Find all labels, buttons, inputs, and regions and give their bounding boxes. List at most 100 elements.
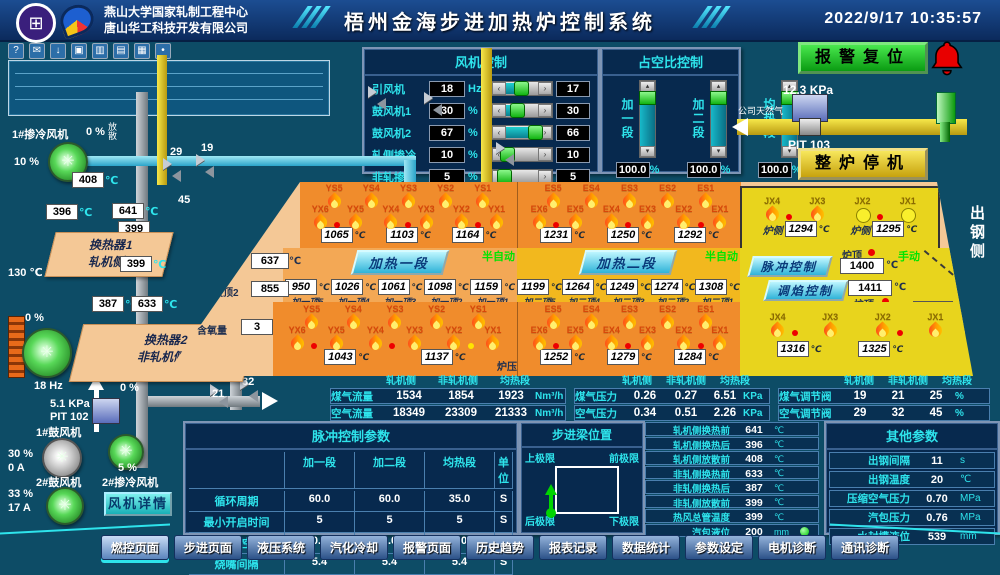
valve-number: 45 [178,194,190,206]
valve-icon[interactable] [368,86,386,98]
heat-row: 轧机侧换热后 396 ℃ [645,437,819,451]
pulse-control-button[interactable]: 脉冲控制 [747,256,833,277]
nav-tab[interactable]: 参数设定 [685,535,753,560]
fan-setpoint[interactable]: 30 [556,103,590,119]
toolbar-icon[interactable]: ? [8,43,24,59]
fan-value: 10 [429,147,465,163]
id-fan-icon[interactable] [22,328,72,378]
furnace-graphic: YS5YS4YS3YS2YS1 YX6YX5YX4YX3YX2YX1 1065℃… [165,182,965,376]
pct0a: 0 % [25,312,44,324]
flame-icon [676,214,691,231]
flame-icon [676,335,691,352]
temp-399b: 399 [120,256,152,272]
burner: YX5 [321,325,351,352]
valve-table: 轧机侧非轧机侧均热段 煤气调节阀 19 21 25 % 空气调节阀 29 32 … [778,372,990,421]
burner: JX1 [893,196,923,223]
burner: JX2 [848,196,878,223]
burner-dot [786,214,792,220]
green-valve-stem [940,122,950,142]
status-dot [868,249,875,256]
valve-icon[interactable] [424,92,442,104]
fan-setpoint[interactable]: 17 [556,81,590,97]
valve-icon[interactable] [163,158,181,170]
alarm-list-panel[interactable] [8,60,330,116]
pipe [136,92,148,468]
flame-icon [823,322,838,339]
soak-mode: 手动 [898,248,920,264]
flame-icon [640,214,655,231]
nav-tab[interactable]: 历史趋势 [466,535,534,560]
beam-title: 步进梁位置 [521,423,643,448]
param-row: 出钢间隔 11 s [829,452,995,469]
nav-tab[interactable]: 报警页面 [393,535,461,560]
toolbar-icon[interactable]: ▦ [134,43,150,59]
burner: YX4 [376,204,406,231]
unit-c: ℃ [79,206,92,219]
blower2-icon[interactable] [46,487,84,525]
zone2-bottom-band: ES5ES4ES3ES2ES1 EX6EX5EX4EX3EX2EX1 1252℃… [517,302,741,376]
pct0b: 0 % [120,382,139,394]
fan1-speed: 10 % [14,156,39,168]
fan-setpoint[interactable]: 66 [556,125,590,141]
fan-detail-button[interactable]: 风机详情 [104,492,172,516]
heat-row: 轧机侧换热前 641 ℃ [645,422,819,436]
alarm-reset-button[interactable]: 报警复位 [798,42,928,74]
burner: YX6 [282,325,312,352]
valve-icon[interactable] [196,154,214,166]
blower1-icon[interactable] [42,438,82,478]
nav-tab[interactable]: 步进页面 [174,535,242,560]
burner-dot [405,222,411,228]
nav-tab[interactable]: 燃控页面 [101,535,169,560]
duty-slider[interactable]: ▴▾ [639,80,656,158]
nav-tab[interactable]: 液压系统 [247,535,315,560]
alarm-bell-icon[interactable] [928,38,966,78]
oxygen-label: 含氧量 [197,322,227,337]
nav-tab[interactable]: 汽化冷却 [320,535,388,560]
fan-value: 67 [429,125,465,141]
flame-icon [855,206,870,223]
table-row: 煤气流量 1534 1854 1923 Nm³/h [330,388,566,404]
fan-slider[interactable]: ‹› [491,81,553,96]
table-row: 煤气调节阀 19 21 25 % [778,388,990,404]
flame-icon [407,335,422,352]
zone1-button[interactable]: 加热一段 [351,250,450,275]
furnace-stop-button[interactable]: 整炉停机 [798,148,928,180]
green-valve-icon[interactable] [936,92,956,124]
toolbar-icon[interactable]: ↓ [50,43,66,59]
fan-setpoint[interactable]: 10 [556,147,590,163]
beam-arrow-stem [549,488,553,510]
flame-icon [446,335,461,352]
nav-tab[interactable]: 报表记录 [539,535,607,560]
burner: JX3 [815,312,845,339]
zone2-button[interactable]: 加热二段 [579,250,678,275]
flame-icon [532,214,547,231]
burner-dot [698,222,704,228]
pit102-label: PIT 102 [50,411,89,423]
zone1-mode: 半自动 [482,248,515,264]
temp-641: 641 [112,203,144,219]
heat-row: 轧机侧放散前 408 ℃ [645,451,819,465]
flame-control-button[interactable]: 调焰控制 [763,280,849,301]
toolbar-icon[interactable]: ▥ [92,43,108,59]
other-params-panel: 其他参数 出钢间隔 11 s 出钢温度 20 ℃ 压缩空气压力 0.70 MPa… [824,421,1000,535]
pit102-valve-icon[interactable] [92,398,120,424]
hx1-name: 换热器1 [51,236,171,253]
burner-dot [897,330,903,336]
nav-tab[interactable]: 电机诊断 [758,535,826,560]
toolbar-icon[interactable]: ✉ [29,43,45,59]
zone-temp: 1325℃ [858,341,903,357]
oxygen-value: 3 [241,319,273,335]
fan-slider[interactable]: ‹› [491,103,553,118]
burner: EX2 [669,325,699,352]
burner: EX5 [560,204,590,231]
nav-tab[interactable]: 通讯诊断 [831,535,899,560]
fan1-label: 1#掺冷风机 [12,126,68,142]
nav-tab[interactable]: 数据统计 [612,535,680,560]
flame-icon [928,322,943,339]
fan-slider[interactable]: ‹› [491,169,553,184]
toolbar-icon[interactable]: ▣ [71,43,87,59]
toolbar-icon[interactable]: ▤ [113,43,129,59]
flame-icon [568,335,583,352]
fan-slider[interactable]: ‹› [491,125,553,140]
valve-icon[interactable] [496,142,514,154]
